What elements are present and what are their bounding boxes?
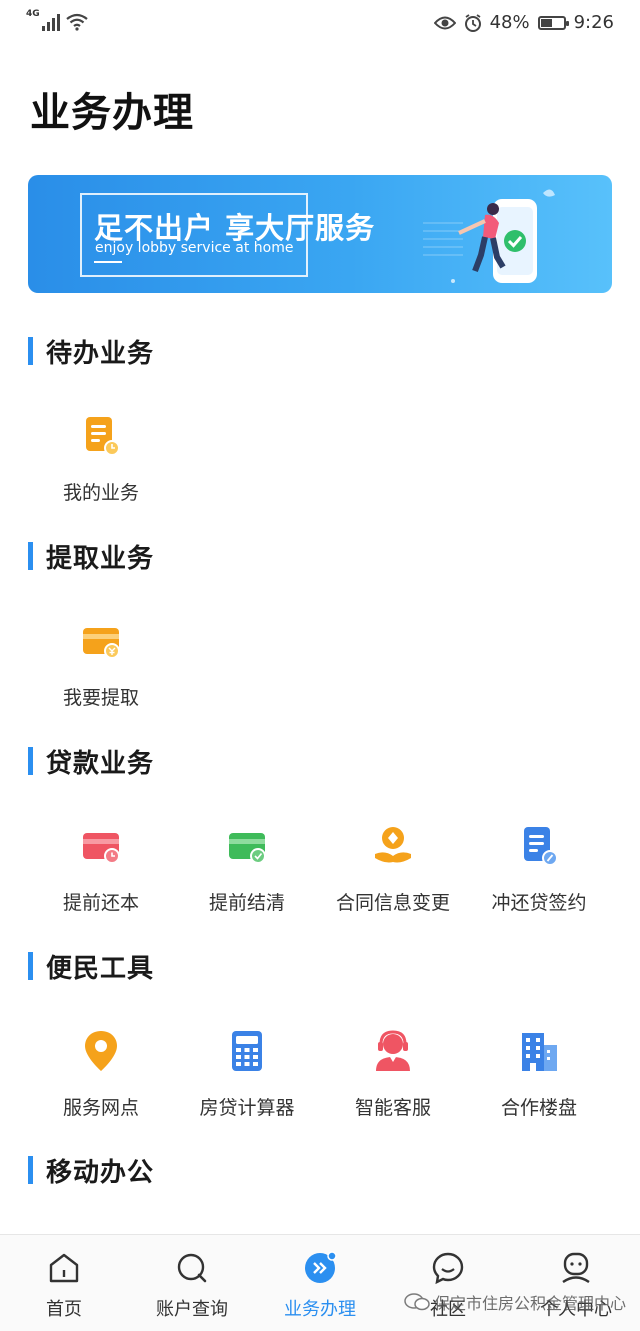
- grid-item-label: 我要提取: [62, 687, 139, 709]
- grid-item-withdraw[interactable]: 我要提取: [28, 613, 174, 723]
- grid-item-label: 房贷计算器: [199, 1097, 295, 1119]
- clock: 9:26: [573, 12, 614, 33]
- search-icon: [177, 1253, 207, 1283]
- status-bar: 4G 48% 9:26: [0, 0, 640, 50]
- section-accent-bar: [28, 952, 33, 980]
- nav-business[interactable]: 业务办理: [256, 1235, 384, 1331]
- section-title-withdraw: 提取业务: [28, 541, 154, 574]
- nav-label: 首页: [46, 1299, 82, 1320]
- grid-item-early-settle[interactable]: 提前结清: [174, 818, 320, 928]
- battery-fill: [540, 18, 553, 27]
- signal-icon: [41, 13, 60, 31]
- section-title-text: 提取业务: [46, 543, 155, 574]
- grid-item-label: 智能客服: [354, 1097, 431, 1119]
- card-clock-icon: [83, 833, 120, 864]
- status-right: 48% 9:26: [433, 12, 614, 33]
- grid-item-label: 我的业务: [62, 482, 139, 504]
- forward-icon: [305, 1251, 337, 1283]
- section-title-text: 待办业务: [46, 338, 155, 369]
- headset-agent-icon: [376, 1030, 410, 1071]
- section-accent-bar: [28, 747, 33, 775]
- grid-item-label: 服务网点: [62, 1097, 139, 1119]
- chat-icon: [432, 1252, 464, 1285]
- grid-item-service-outlets[interactable]: 服务网点: [28, 1023, 174, 1133]
- document-sign-icon: [524, 827, 558, 866]
- watermark-text: 保定市住房公积金管理中心: [433, 1294, 626, 1313]
- section-title-text: 移动办公: [46, 1157, 155, 1188]
- grid-item-label: 提前还本: [62, 892, 139, 914]
- pending-grid: 我的业务: [28, 408, 612, 518]
- nav-personal-center[interactable]: 个人中心: [512, 1235, 640, 1331]
- home-icon: [49, 1253, 79, 1283]
- eye-icon: [433, 16, 456, 29]
- nav-community[interactable]: 社区: [384, 1235, 512, 1331]
- wechat-icon: [404, 1293, 430, 1311]
- grid-item-contract-change[interactable]: 合同信息变更: [320, 818, 466, 928]
- section-title-tools: 便民工具: [28, 951, 154, 984]
- wifi-icon: [65, 13, 88, 31]
- grid-item-label: 合同信息变更: [335, 892, 450, 914]
- grid-item-label: 合作楼盘: [500, 1097, 577, 1119]
- network-type: 4G: [26, 9, 40, 19]
- grid-item-smart-service[interactable]: 智能客服: [320, 1023, 466, 1133]
- person-icon: [562, 1252, 590, 1284]
- grid-item-offset-sign[interactable]: 冲还贷签约: [466, 818, 612, 928]
- phone-illustration-icon: [423, 189, 555, 283]
- watermark: 保定市住房公积金管理中心: [404, 1290, 626, 1314]
- grid-item-label: 冲还贷签约: [491, 892, 587, 914]
- grid-item-my-business[interactable]: 我的业务: [28, 408, 174, 518]
- nav-account-query[interactable]: 账户查询: [128, 1235, 256, 1331]
- hand-coin-icon: [375, 827, 411, 863]
- nav-label: 账户查询: [156, 1299, 228, 1320]
- alarm-icon: [464, 13, 481, 32]
- promo-banner[interactable]: 足不出户 享大厅服务 enjoy lobby service at home: [28, 175, 612, 293]
- grid-item-label: 提前结清: [208, 892, 285, 914]
- section-title-mobile: 移动办公: [28, 1155, 154, 1188]
- section-title-text: 贷款业务: [46, 748, 155, 779]
- section-accent-bar: [28, 337, 33, 365]
- section-title-pending: 待办业务: [28, 336, 154, 369]
- battery-icon: [537, 15, 569, 30]
- section-title-text: 便民工具: [46, 953, 155, 984]
- nav-home[interactable]: 首页: [0, 1235, 128, 1331]
- withdraw-grid: 我要提取: [28, 613, 612, 723]
- document-clock-icon: [86, 417, 120, 456]
- nav-label: 业务办理: [284, 1299, 356, 1320]
- page-title: 业务办理: [30, 90, 194, 136]
- grid-item-calculator[interactable]: 房贷计算器: [174, 1023, 320, 1133]
- banner-subtitle: enjoy lobby service at home: [95, 240, 294, 256]
- card-yuan-icon: [83, 628, 120, 659]
- grid-item-partner-buildings[interactable]: 合作楼盘: [466, 1023, 612, 1133]
- tools-grid: 服务网点 房贷计算器 智能客服 合作楼盘: [28, 1023, 612, 1133]
- section-accent-bar: [28, 1156, 33, 1184]
- grid-item-early-repay[interactable]: 提前还本: [28, 818, 174, 928]
- card-check-icon: [229, 833, 266, 864]
- bottom-nav: 首页 账户查询 业务办理 社区 个人中心: [0, 1234, 640, 1331]
- loan-grid: 提前还本 提前结清 合同信息变更 冲还贷签约: [28, 818, 612, 928]
- status-left: 4G: [26, 9, 88, 31]
- section-accent-bar: [28, 542, 33, 570]
- location-pin-icon: [85, 1031, 117, 1071]
- section-title-loan: 贷款业务: [28, 746, 154, 779]
- battery-percent: 48%: [489, 12, 530, 33]
- building-icon: [522, 1033, 557, 1071]
- calculator-icon: [232, 1031, 262, 1071]
